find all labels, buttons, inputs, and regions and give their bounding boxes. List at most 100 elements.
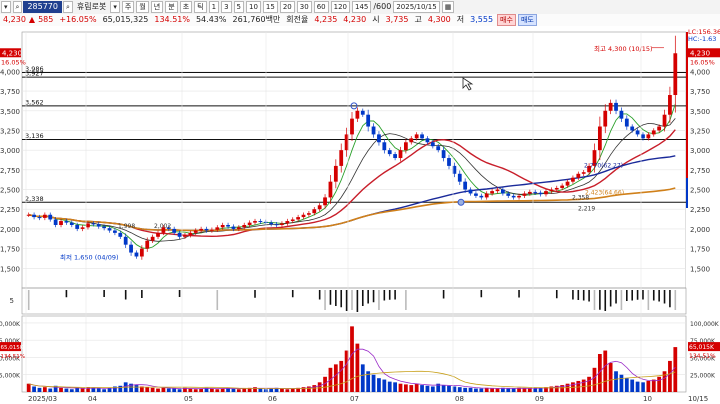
volume-value: 65,015,325 — [102, 15, 149, 24]
volume-bar — [188, 388, 193, 392]
stock-menu-button[interactable]: ▾ — [110, 1, 120, 13]
volume-bar — [339, 360, 344, 392]
candle-body — [657, 126, 662, 131]
minute-button-30[interactable]: 30 — [296, 1, 312, 13]
candle-body — [441, 150, 446, 159]
signal-bar — [103, 290, 105, 297]
candle-body — [436, 146, 441, 151]
volume-tick-left: 100,000K — [0, 321, 21, 328]
month-label: 2025/03 — [28, 395, 57, 403]
calendar-icon[interactable]: ▦ — [441, 1, 455, 13]
period-button-5[interactable]: 틱 — [194, 1, 207, 13]
period-button-4[interactable]: 초 — [179, 1, 193, 13]
candle-body — [360, 110, 365, 115]
candle-body — [269, 222, 274, 225]
candle-body — [393, 154, 397, 159]
volume-bar — [581, 379, 586, 392]
signal-bar — [615, 290, 617, 304]
candle-body — [156, 232, 160, 237]
volume-bar — [414, 383, 419, 392]
signal-bar — [329, 290, 332, 305]
signal-bar — [604, 290, 607, 311]
minute-button-15[interactable]: 15 — [262, 1, 278, 13]
volume-bar — [576, 380, 581, 392]
candle-body — [328, 181, 333, 198]
minute-button-3[interactable]: 3 — [221, 1, 232, 13]
signal-bar — [480, 290, 483, 298]
candle-body — [145, 240, 150, 249]
candle-body — [425, 138, 430, 143]
buy-button[interactable]: 매수 — [497, 14, 516, 26]
volume-bar — [624, 378, 629, 392]
candle-body — [630, 126, 635, 131]
period-button-2[interactable]: 년 — [150, 1, 164, 13]
signal-bar — [335, 290, 337, 306]
price-tick-left: 3,500 — [0, 108, 20, 116]
price-tick-right: 3,500 — [690, 108, 710, 116]
candle-body — [420, 134, 424, 139]
signal-bar — [642, 290, 644, 300]
signal-bar — [620, 290, 623, 310]
signal-bar — [361, 290, 364, 306]
horizontal-line-label-4: 2,338 — [25, 195, 44, 203]
chart-type-dropdown[interactable]: ▾ — [1, 1, 11, 13]
candle-body — [317, 205, 322, 210]
candle-body — [80, 227, 85, 229]
signal-bar — [216, 290, 219, 310]
stock-chart[interactable]: 3,9863,9273,5623,1362,338 최고 4,300 (10/1… — [0, 26, 720, 404]
candle-body — [560, 185, 565, 188]
date-field[interactable]: 2025/10/15 — [393, 1, 440, 13]
minute-button-1[interactable]: 1 — [208, 1, 220, 13]
price-tick-right: 3,000 — [690, 147, 710, 155]
candle-body — [323, 197, 327, 206]
minute-button-120[interactable]: 120 — [330, 1, 350, 13]
high-label: 고 — [414, 15, 422, 24]
price-change: 585 — [38, 15, 54, 24]
volume-tag-left-text: 65,015K — [1, 345, 24, 351]
stock-code-field[interactable]: 285770 — [23, 1, 62, 13]
candle-count-field[interactable]: 145 — [351, 1, 372, 13]
candle-body — [123, 236, 128, 245]
signal-axis-label: 5 — [10, 297, 14, 305]
signal-bar — [27, 290, 30, 310]
candle-body — [377, 134, 381, 143]
current-price: 4,230 — [3, 15, 26, 24]
candle-body — [484, 193, 489, 198]
volume-bar — [118, 385, 123, 392]
volume-bar — [42, 387, 47, 392]
candle-body — [549, 189, 554, 192]
volume-bar — [280, 388, 284, 392]
code-search-icon[interactable]: ⌕ — [12, 1, 23, 13]
volume-bar — [657, 376, 662, 392]
sell-button[interactable]: 매도 — [517, 14, 537, 26]
signal-bar — [324, 290, 326, 310]
candle-body — [576, 173, 581, 178]
volume-bar — [382, 379, 387, 392]
volume-bar — [646, 380, 651, 392]
minute-button-60[interactable]: 60 — [313, 1, 329, 13]
candle-body — [247, 222, 252, 225]
volume-bar — [409, 385, 414, 392]
candle-body — [398, 150, 403, 159]
minute-button-10[interactable]: 10 — [246, 1, 261, 13]
minute-buttons: 1 3 5 10 15 20 30 60 120 — [208, 1, 351, 13]
signal-bar — [141, 290, 143, 298]
volume-bar — [26, 383, 31, 392]
low-price: 3,555 — [470, 15, 494, 24]
minute-button-20[interactable]: 20 — [279, 1, 295, 13]
signal-bar — [599, 290, 601, 310]
volume-bar — [48, 388, 53, 392]
candle-body — [59, 221, 63, 225]
candle-body — [188, 232, 193, 236]
current-price-tag-right-text: 4,230 — [690, 49, 710, 57]
candle-body — [220, 224, 225, 228]
volume-bar — [393, 382, 397, 392]
period-button-0[interactable]: 주 — [121, 1, 135, 13]
stock-search-button[interactable]: ⌕ — [62, 1, 73, 13]
candle-body — [42, 214, 47, 218]
minute-button-5[interactable]: 5 — [233, 1, 244, 13]
candle-body — [274, 224, 279, 226]
period-button-1[interactable]: 월 — [136, 1, 149, 13]
price-tick-left: 2,500 — [0, 187, 20, 195]
period-button-3[interactable]: 분 — [165, 1, 178, 13]
